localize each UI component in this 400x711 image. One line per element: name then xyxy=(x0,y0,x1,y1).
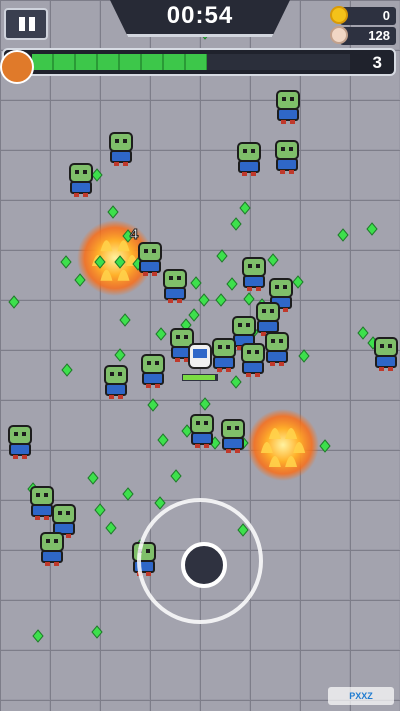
zombie xyxy=(241,343,265,377)
skull-icon xyxy=(330,26,348,44)
zombie xyxy=(374,337,398,371)
zombie xyxy=(138,242,162,276)
zombie xyxy=(40,532,64,566)
zombie xyxy=(163,269,187,303)
level-number: 3 xyxy=(372,53,382,72)
pause-icon xyxy=(19,17,25,31)
zombie xyxy=(265,332,289,366)
zombie xyxy=(221,419,245,453)
timer-text: 00:54 xyxy=(166,2,234,29)
zombie xyxy=(190,414,214,448)
zombie xyxy=(141,354,165,388)
coin-counter: 0 xyxy=(330,6,396,25)
xp-bar: 3 xyxy=(2,48,396,76)
zombie xyxy=(8,425,32,459)
joystick-knob[interactable] xyxy=(181,542,227,588)
damage-number: 4 xyxy=(130,226,139,243)
zombie xyxy=(237,142,261,176)
kill-count: 128 xyxy=(368,28,390,43)
zombie xyxy=(109,132,133,166)
timer-panel: 00:54 xyxy=(110,0,290,37)
virtual-joystick[interactable] xyxy=(137,498,263,624)
coin-icon xyxy=(330,6,348,24)
zombie xyxy=(212,338,236,372)
zombie xyxy=(69,163,93,197)
player-health-fill xyxy=(183,375,215,380)
pause-button[interactable] xyxy=(4,8,48,40)
zombie xyxy=(256,302,280,336)
fire-burst xyxy=(247,409,319,481)
zombie xyxy=(275,140,299,174)
watermark-logo: PXXZ xyxy=(328,687,394,705)
zombie xyxy=(276,90,300,124)
coin-count: 0 xyxy=(382,8,390,23)
player-avatar-icon xyxy=(0,50,34,84)
kill-counter: 128 xyxy=(330,26,396,45)
xp-fill xyxy=(32,54,207,70)
zombie xyxy=(242,257,266,291)
zombie xyxy=(30,486,54,520)
zombie xyxy=(104,365,128,399)
